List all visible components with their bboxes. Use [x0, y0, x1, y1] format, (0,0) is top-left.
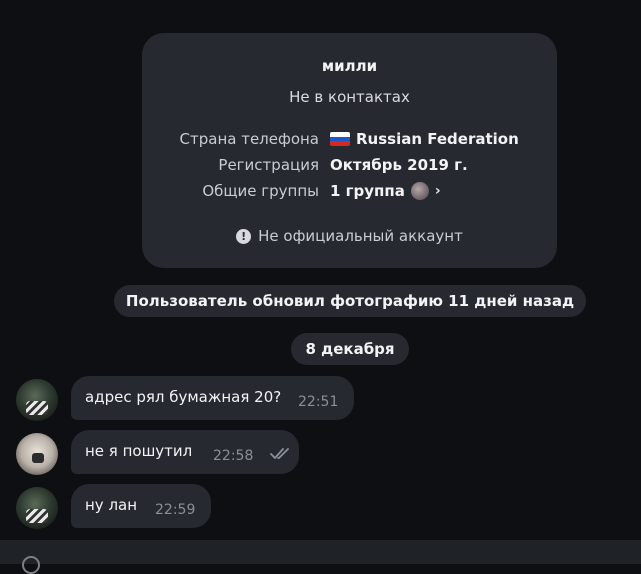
message-time: 22:58: [213, 448, 254, 464]
message-text: адрес рял бумажная 20?: [85, 388, 282, 406]
profile-info-card: милли Не в контактах Страна телефона Rus…: [142, 33, 557, 268]
unofficial-text: Не официальный аккаунт: [258, 227, 463, 245]
contact-status: Не в контактах: [289, 88, 410, 106]
phone-country-text: Russian Federation: [356, 130, 519, 148]
group-avatar: [410, 182, 429, 200]
message-row[interactable]: не я пошутил 22:58: [0, 430, 641, 476]
phone-country-value: Russian Federation: [330, 130, 519, 148]
message-input-bar[interactable]: [0, 540, 641, 574]
message-bubble[interactable]: адрес рял бумажная 20? 22:51: [71, 376, 354, 420]
avatar[interactable]: [16, 487, 58, 529]
info-row-common-groups[interactable]: Общие группы 1 группа ›: [142, 182, 557, 204]
common-groups-label: Общие группы: [202, 182, 319, 200]
russia-flag-icon: [330, 132, 350, 146]
registration-label: Регистрация: [218, 156, 319, 174]
warning-icon: !: [236, 228, 252, 244]
service-message-photo-update: Пользователь обновил фотографию 11 дней …: [114, 285, 586, 317]
message-row[interactable]: ну лан 22:59: [0, 484, 641, 530]
registration-value: Октябрь 2019 г.: [330, 156, 468, 174]
message-text: не я пошутил: [85, 442, 193, 460]
common-groups-value[interactable]: 1 группа ›: [330, 182, 441, 200]
emoji-icon[interactable]: [22, 556, 40, 574]
message-time: 22:51: [298, 394, 339, 410]
date-separator: 8 декабря: [291, 333, 409, 365]
message-text: ну лан: [85, 496, 138, 514]
phone-country-label: Страна телефона: [179, 130, 319, 148]
message-bubble[interactable]: ну лан 22:59: [71, 484, 211, 528]
contact-name: милли: [321, 57, 378, 75]
common-groups-text[interactable]: 1 группа: [330, 182, 405, 200]
message-row[interactable]: адрес рял бумажная 20? 22:51: [0, 376, 641, 422]
avatar[interactable]: [16, 379, 58, 421]
info-row-registration: Регистрация Октябрь 2019 г.: [142, 156, 557, 178]
double-check-icon: [270, 448, 289, 459]
message-time: 22:59: [155, 502, 196, 518]
chevron-right-icon: ›: [434, 183, 441, 199]
message-bubble[interactable]: не я пошутил 22:58: [71, 430, 299, 474]
avatar[interactable]: [16, 433, 58, 475]
unofficial-account-notice: ! Не официальный аккаунт: [142, 227, 557, 245]
info-row-phone-country: Страна телефона Russian Federation: [142, 130, 557, 152]
